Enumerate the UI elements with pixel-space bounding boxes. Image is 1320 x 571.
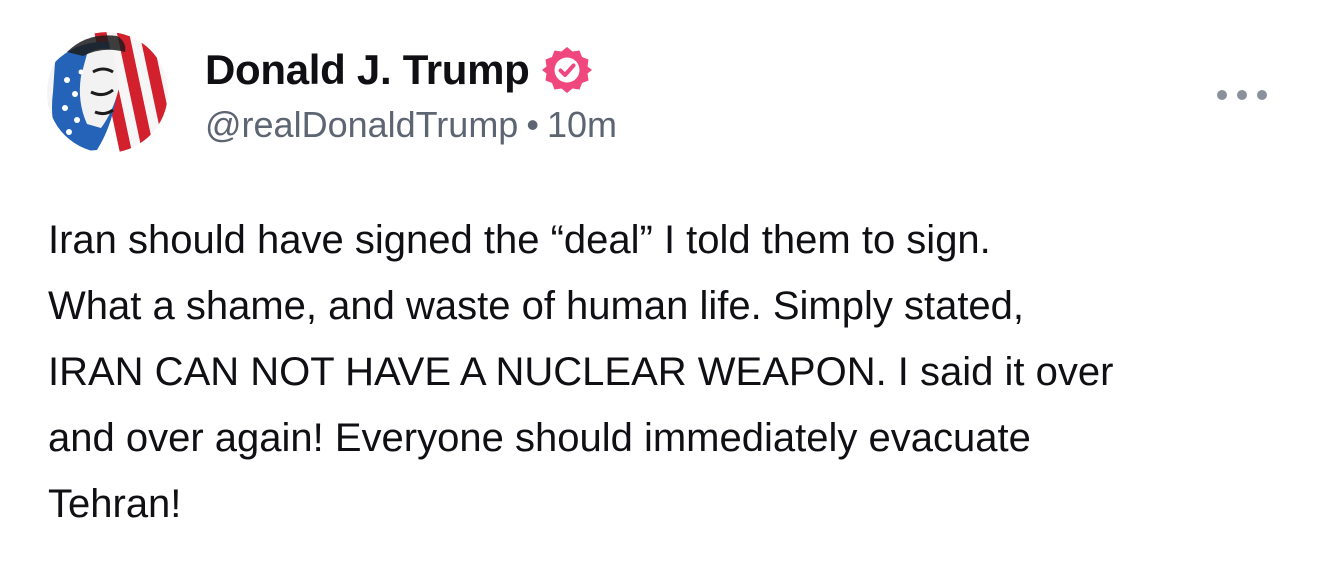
post-text-line: Iran should have signed the “deal” I tol… [48, 218, 991, 262]
name-row: Donald J. Trump [205, 42, 617, 98]
meta-separator: • [526, 104, 539, 145]
meta-row: @realDonaldTrump • 10m [205, 104, 617, 146]
dot [1257, 90, 1267, 100]
post-text-line: What a shame, and waste of human life. S… [48, 284, 1025, 328]
verified-badge-icon [541, 45, 592, 95]
post-text: Iran should have signed the “deal” I tol… [48, 207, 1288, 537]
timestamp[interactable]: 10m [547, 104, 617, 145]
handle[interactable]: @realDonaldTrump [205, 104, 518, 145]
avatar-portrait-image [47, 32, 168, 153]
post-text-line: and over again! Everyone should immediat… [48, 416, 1031, 460]
dot [1237, 90, 1247, 100]
dot [1217, 90, 1227, 100]
more-options-icon[interactable] [1217, 80, 1267, 110]
post-header: Donald J. Trump @realDonaldTrump • 10m [205, 42, 617, 146]
post-text-line: IRAN CAN NOT HAVE A NUCLEAR WEAPON. I sa… [48, 350, 1114, 394]
post-card: Donald J. Trump @realDonaldTrump • 10m Ira… [0, 0, 1320, 571]
display-name[interactable]: Donald J. Trump [205, 46, 530, 94]
avatar[interactable] [47, 32, 168, 153]
post-text-line: Tehran! [48, 482, 182, 526]
